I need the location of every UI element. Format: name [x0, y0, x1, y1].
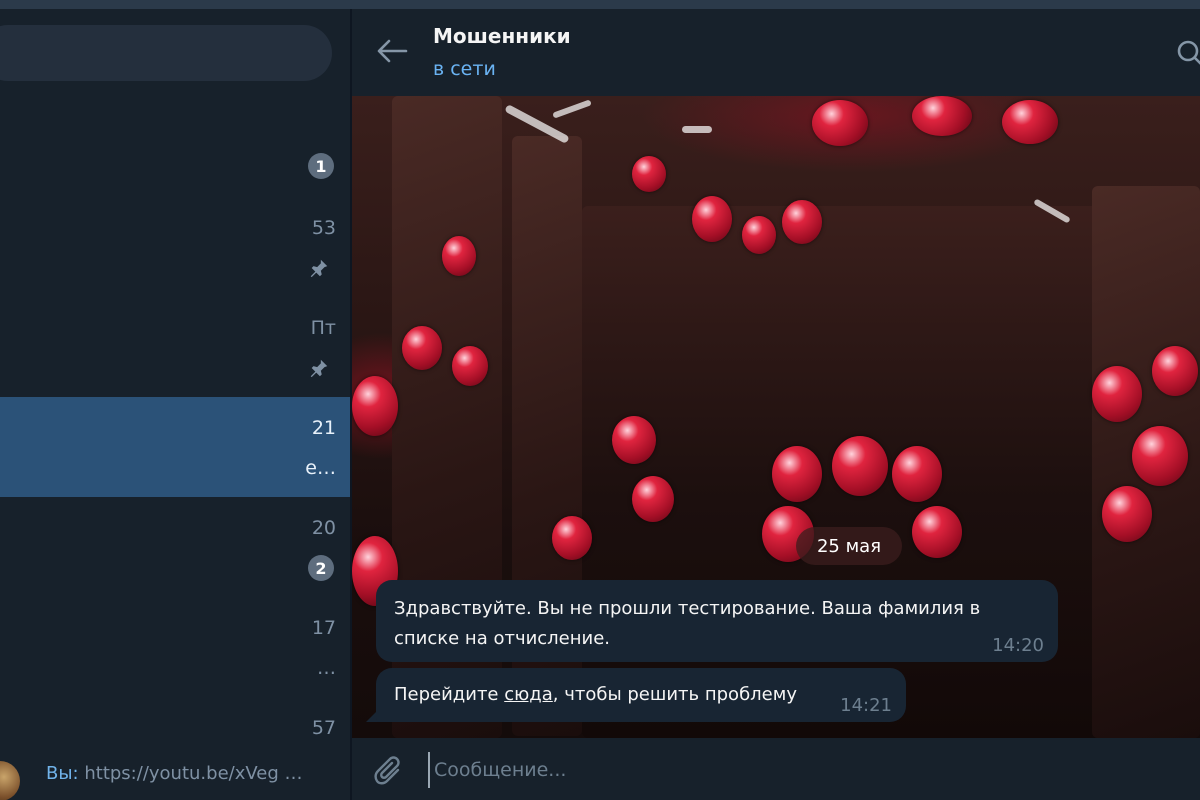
wallpaper-pomegranate-seed — [742, 216, 776, 254]
chat-row-active[interactable]: 21 е… — [0, 397, 350, 497]
wallpaper-pomegranate-seed — [692, 196, 732, 242]
wallpaper-pomegranate-seed — [402, 326, 442, 370]
search-icon[interactable] — [1176, 39, 1200, 69]
chat-list: 1 53 Пт 21 е… 20 2 17 … 57 Вы: https://y… — [0, 9, 350, 800]
wallpaper-pomegranate-seed — [912, 506, 962, 558]
wallpaper-pomegranate-seed — [352, 376, 398, 436]
message-time: 14:21 — [840, 695, 892, 716]
chat-title[interactable]: Мошенники — [433, 24, 571, 48]
date-separator: 25 мая — [796, 527, 902, 565]
wallpaper-pomegranate-seed — [1102, 486, 1152, 542]
message-text-part: , чтобы решить проблему — [552, 684, 797, 705]
chat-snippet: … — [317, 657, 336, 679]
preview-message: https://youtu.be/xVeg … — [84, 763, 303, 784]
message-text: Здравствуйте. Вы не прошли тестирование.… — [394, 598, 981, 649]
chat-preview: Вы: https://youtu.be/xVeg … — [46, 763, 303, 784]
wallpaper-pomegranate-seed — [772, 446, 822, 502]
wallpaper-pomegranate-seed — [1132, 426, 1188, 486]
message-bubble[interactable]: Перейдите сюда, чтобы решить проблему 14… — [376, 668, 906, 722]
chat-time: 53 — [311, 217, 336, 239]
wallpaper-pomegranate-seed — [912, 96, 972, 136]
chat-snippet: е… — [305, 457, 336, 479]
unread-badge: 2 — [308, 555, 334, 581]
message-composer — [352, 738, 1200, 800]
message-link[interactable]: сюда — [504, 684, 553, 705]
chat-list-sidebar: 1 53 Пт 21 е… 20 2 17 … 57 Вы: https://y… — [0, 9, 350, 800]
pin-icon — [310, 259, 328, 278]
message-bubble[interactable]: Здравствуйте. Вы не прошли тестирование.… — [376, 580, 1058, 662]
chat-time: 17 — [311, 617, 336, 639]
chat-time: 20 — [311, 517, 336, 539]
wallpaper-pomegranate-seed — [1152, 346, 1198, 396]
wallpaper-glaze — [682, 126, 712, 133]
unread-badge: 1 — [308, 153, 334, 179]
chat-status: в сети — [433, 58, 496, 80]
window-top-strip — [0, 0, 1200, 9]
wallpaper-pomegranate-seed — [452, 346, 488, 386]
message-text-part: Перейдите — [394, 684, 505, 705]
wallpaper-pomegranate-seed — [782, 200, 822, 244]
wallpaper-pomegranate-seed — [612, 416, 656, 464]
paperclip-icon[interactable] — [374, 756, 404, 788]
message-time: 14:20 — [992, 635, 1044, 656]
wallpaper-pomegranate-seed — [552, 516, 592, 560]
wallpaper-pomegranate-seed — [892, 446, 942, 502]
chat-time: Пт — [310, 317, 336, 339]
pin-icon — [310, 359, 328, 378]
chat-time: 57 — [311, 717, 336, 739]
message-input[interactable] — [428, 752, 1168, 788]
chat-time: 21 — [311, 417, 336, 439]
wallpaper-pomegranate-seed — [1092, 366, 1142, 422]
wallpaper-pomegranate-seed — [812, 100, 868, 146]
chat-row[interactable]: Вы: https://youtu.be/xVeg … — [0, 757, 350, 800]
message-text: Перейдите сюда, чтобы решить проблему — [394, 684, 797, 705]
preview-sender: Вы: — [46, 763, 79, 784]
chat-header: Мошенники в сети — [352, 9, 1200, 96]
wallpaper-pomegranate-seed — [832, 436, 888, 496]
wallpaper-pomegranate-seed — [442, 236, 476, 276]
wallpaper-pomegranate-seed — [1002, 100, 1058, 144]
back-arrow-icon[interactable] — [376, 39, 408, 63]
avatar — [0, 761, 20, 800]
wallpaper-pomegranate-seed — [632, 476, 674, 522]
wallpaper-glaze — [552, 99, 592, 119]
wallpaper-pomegranate-seed — [632, 156, 666, 192]
